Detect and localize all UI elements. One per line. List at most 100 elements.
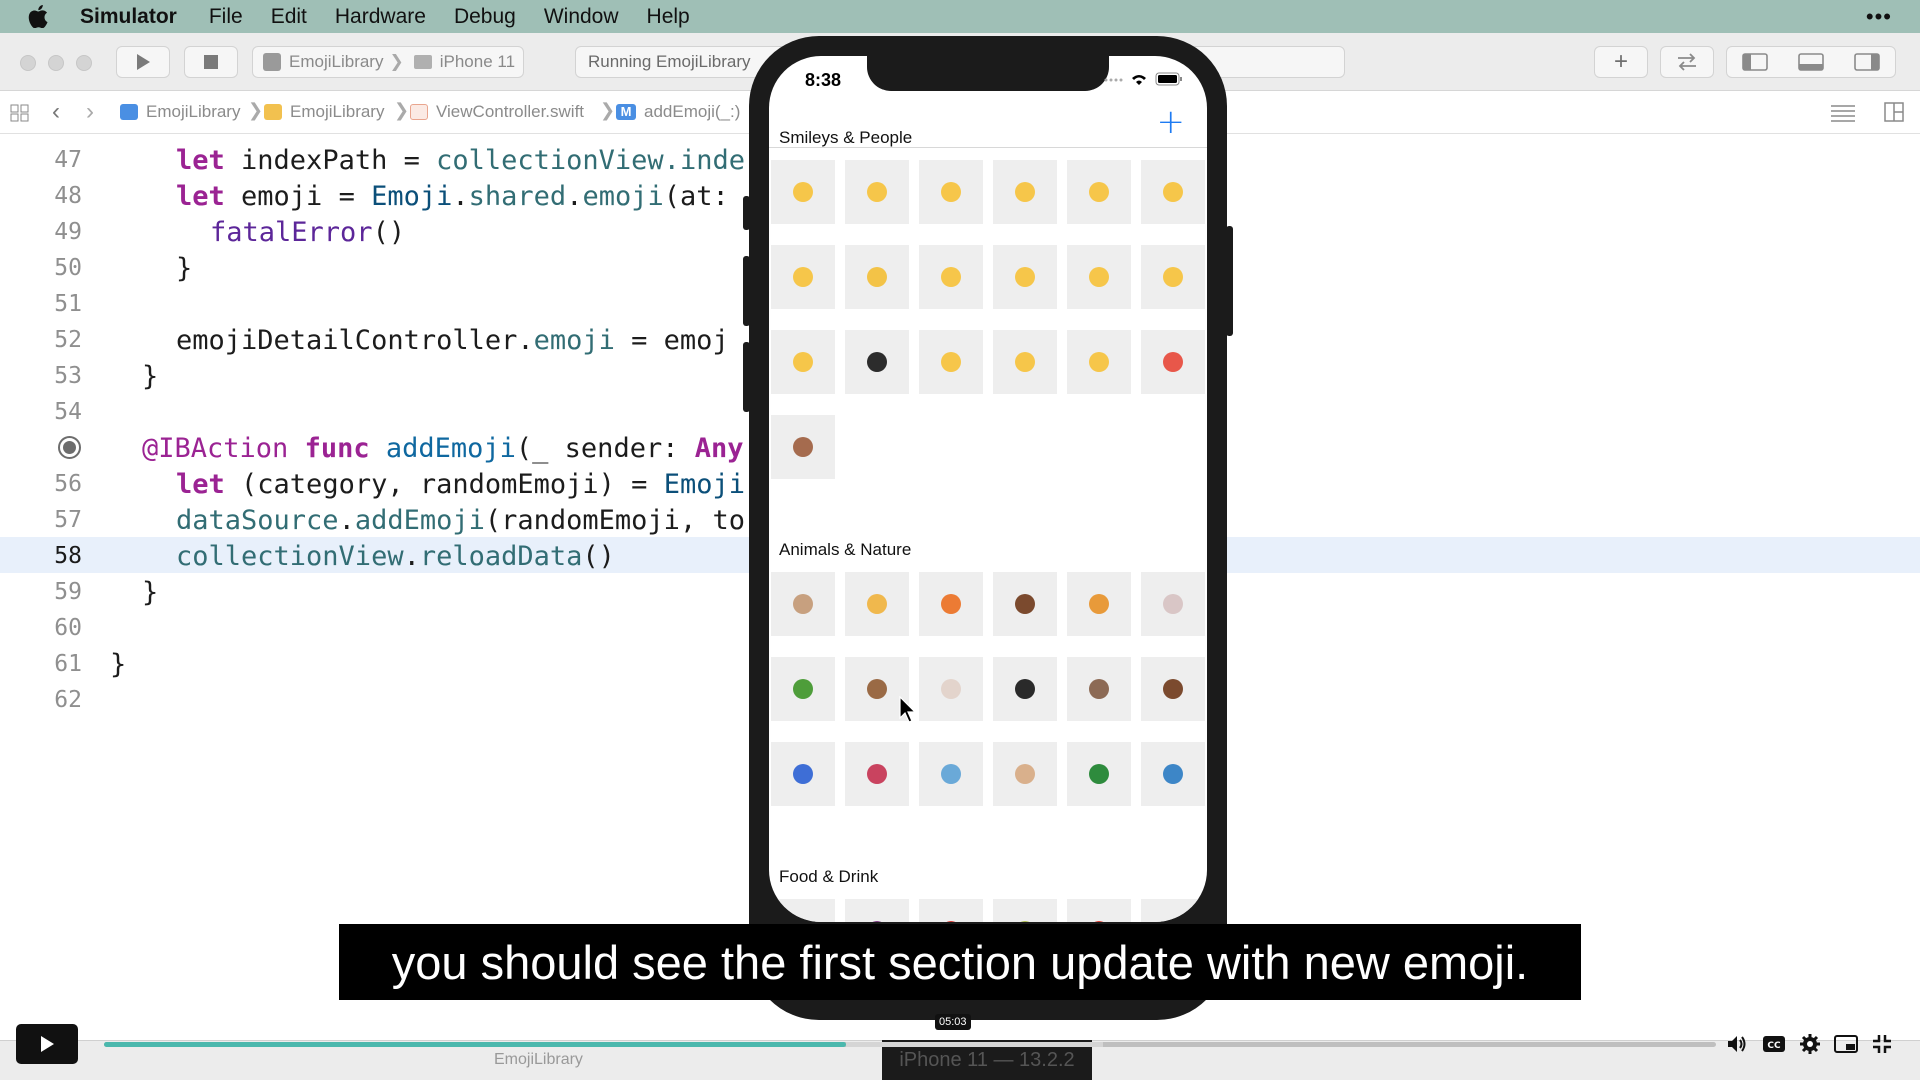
emoji-cell[interactable] [1141,245,1205,309]
chevron-right-icon: ❯ [389,52,404,71]
emoji-cell[interactable] [845,572,909,636]
emoji-cell[interactable] [1141,572,1205,636]
apple-icon[interactable] [28,5,58,28]
back-icon[interactable]: ‹ [52,98,60,126]
emoji-cell[interactable] [919,160,983,224]
emoji-cell[interactable] [919,330,983,394]
menu-file[interactable]: File [209,5,243,29]
swift-file-icon [410,104,428,120]
settings-gear-icon[interactable] [1796,1032,1824,1056]
forward-icon[interactable]: › [86,98,94,126]
code-plain: (at: [663,181,729,212]
code-plain: . [338,505,355,536]
emoji-cell[interactable] [771,330,835,394]
list-icon[interactable] [1830,104,1856,122]
breadcrumb-method[interactable]: M addEmoji(_:) [616,102,740,122]
menu-hardware[interactable]: Hardware [335,5,426,29]
keyword: Any [694,433,744,464]
line-number: 61 [54,651,82,677]
run-button[interactable] [116,46,170,78]
emoji-cell[interactable] [1141,160,1205,224]
emoji-cell[interactable] [771,899,835,922]
emoji-cell[interactable] [1141,657,1205,721]
zoom-window-button[interactable] [76,55,92,71]
menu-debug[interactable]: Debug [454,5,516,29]
library-button[interactable]: + [1594,46,1648,78]
play-button[interactable] [16,1024,78,1064]
emoji-cell[interactable] [1067,160,1131,224]
video-progress-bar[interactable] [104,1042,1716,1047]
menu-help[interactable]: Help [647,5,690,29]
emoji-cell[interactable] [993,245,1057,309]
scheme-target-label: EmojiLibrary [289,52,384,71]
svg-text:CC: CC [1767,1041,1781,1051]
add-editor-icon[interactable] [1884,102,1904,122]
bottom-panel-icon[interactable] [1798,53,1824,71]
emoji-cell[interactable] [919,657,983,721]
emoji-cell[interactable] [919,572,983,636]
minimize-window-button[interactable] [48,55,64,71]
emoji-cell[interactable] [993,742,1057,806]
emoji-cell[interactable] [1067,330,1131,394]
exit-fullscreen-icon[interactable] [1868,1032,1896,1056]
emoji-cell[interactable] [771,657,835,721]
emoji-cell[interactable] [845,742,909,806]
close-window-button[interactable] [20,55,36,71]
keyword: let [176,145,225,176]
emoji-cell[interactable] [845,899,909,922]
emoji-cell[interactable] [993,657,1057,721]
line-number: 60 [54,615,82,641]
emoji-cell[interactable] [845,330,909,394]
emoji-cell[interactable] [919,899,983,922]
emoji-cell[interactable] [771,245,835,309]
code-review-button[interactable] [1660,46,1714,78]
emoji-cell[interactable] [771,742,835,806]
emoji-cell[interactable] [919,245,983,309]
mute-switch [743,196,750,230]
emoji-cell[interactable] [1067,899,1131,922]
emoji-cell[interactable] [845,245,909,309]
seek-timestamp: 05:03 [935,1014,971,1030]
right-panel-icon[interactable] [1854,53,1880,71]
picture-in-picture-icon[interactable] [1832,1032,1860,1056]
emoji-cell[interactable] [1141,742,1205,806]
left-panel-icon[interactable] [1742,53,1768,71]
breadcrumb-folder[interactable]: EmojiLibrary [264,102,384,122]
emoji-cell[interactable] [771,160,835,224]
plus-icon: + [1613,48,1628,75]
emoji-cell[interactable] [993,899,1057,922]
emoji-icon [793,594,813,614]
simulator-screen[interactable]: 8:38 + Smileys & People Animals & Nature F… [769,56,1207,922]
emoji-cell[interactable] [1141,330,1205,394]
emoji-cell[interactable] [1067,572,1131,636]
menu-edit[interactable]: Edit [271,5,307,29]
stop-button[interactable] [184,46,238,78]
emoji-cell[interactable] [845,160,909,224]
code-text: } [110,649,127,680]
captions-icon[interactable]: CC [1760,1032,1788,1056]
emoji-cell[interactable] [771,572,835,636]
emoji-cell[interactable] [1141,899,1205,922]
emoji-cell[interactable] [993,572,1057,636]
menu-window[interactable]: Window [544,5,619,29]
emoji-cell[interactable] [1067,742,1131,806]
menu-app-name[interactable]: Simulator [80,5,177,29]
add-emoji-button[interactable]: + [1157,102,1186,142]
line-number: 48 [54,183,82,209]
breakpoint-icon[interactable] [58,436,81,459]
emoji-cell[interactable] [993,160,1057,224]
emoji-icon [1163,764,1183,784]
stop-icon [204,55,218,69]
scheme-selector[interactable]: EmojiLibrary ❯ iPhone 11 [252,46,524,78]
emoji-cell[interactable] [771,415,835,479]
volume-icon[interactable] [1724,1032,1752,1056]
breadcrumb-file[interactable]: ViewController.swift [410,102,584,122]
emoji-cell[interactable] [993,330,1057,394]
emoji-cell[interactable] [1067,657,1131,721]
emoji-cell[interactable] [1067,245,1131,309]
related-items-icon[interactable] [10,104,30,122]
more-icon[interactable]: ••• [1866,4,1892,30]
emoji-cell[interactable] [919,742,983,806]
breadcrumb-project[interactable]: EmojiLibrary [120,102,240,122]
progress-played [104,1042,846,1047]
